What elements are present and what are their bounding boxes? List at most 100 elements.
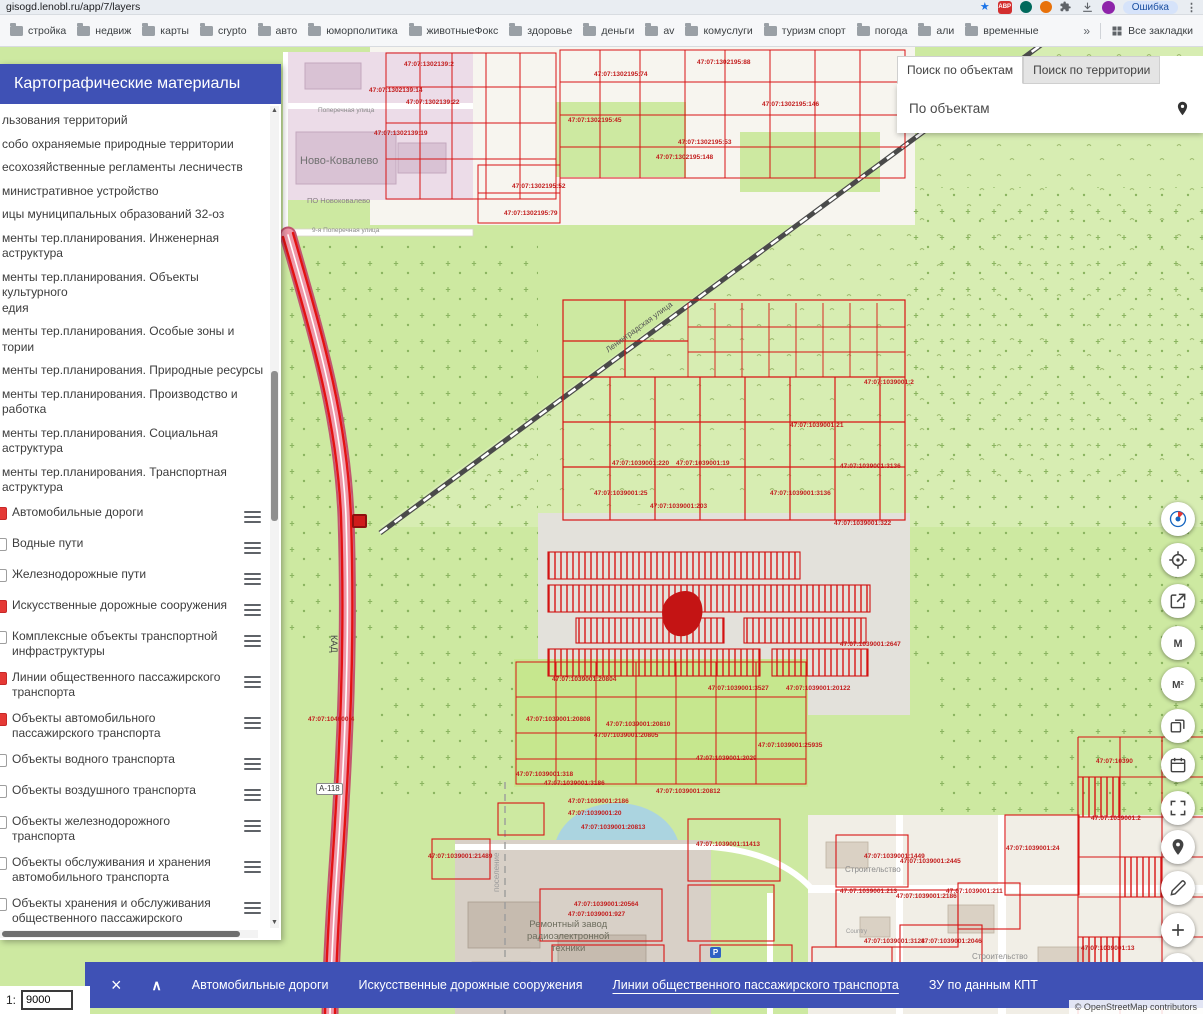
close-icon[interactable]: × [111,976,122,994]
bookmark-folder[interactable]: али [918,23,954,37]
bookmark-folder[interactable]: здоровье [509,23,572,37]
profile-avatar[interactable] [1101,0,1115,14]
marker-button[interactable] [1161,830,1195,864]
layer-item[interactable]: Объекты железнодорожного транспорта [0,809,269,850]
horizontal-scroll-thumb[interactable] [2,931,240,937]
extension-icon[interactable] [1019,1,1032,13]
layer-item[interactable]: Искусственные дорожные сооружения [0,593,269,624]
all-bookmarks-button[interactable]: Все закладки [1111,25,1193,37]
url-bar[interactable]: gisogd.lenobl.ru/app/7/layers [6,1,140,13]
vertical-scroll-thumb[interactable] [271,371,278,521]
layer-menu-icon[interactable] [244,539,261,557]
bottom-layer-link[interactable]: ЗУ по данным КПТ [929,978,1038,992]
bookmark-folder[interactable]: туризм спорт [763,23,846,37]
scale-input[interactable] [21,990,74,1010]
bookmark-star-icon[interactable]: ★ [980,1,990,13]
layer-menu-icon[interactable] [244,858,261,876]
measure-area-button[interactable] [1161,667,1195,701]
layer-category-item[interactable]: менты тер.планирования. Транспортная аст… [2,461,269,500]
layer-menu-icon[interactable] [244,570,261,588]
vertical-scrollbar[interactable]: ▲ ▼ [270,106,279,928]
bookmark-folder[interactable]: стройка [10,23,66,37]
bookmark-folder[interactable]: av [645,23,674,37]
layer-item[interactable]: Объекты автомобильного пассажирского тра… [0,706,269,747]
search-input[interactable] [909,101,1174,116]
adblock-extension-icon[interactable]: ABP [997,0,1012,14]
fullscreen-button[interactable] [1161,791,1195,825]
bottom-layer-link[interactable]: Автомобильные дороги [192,978,329,992]
layer-category-item[interactable]: менты тер.планирования. Социальная астру… [2,422,269,461]
layer-menu-icon[interactable] [244,601,261,619]
layer-category-item[interactable]: менты тер.планирования. Инженерная астру… [2,227,269,266]
calendar-button[interactable] [1161,748,1195,782]
bottom-layer-link[interactable]: Искусственные дорожные сооружения [359,978,583,992]
layer-checkbox[interactable] [0,568,7,582]
bookmark-folder[interactable]: комуслуги [685,23,753,37]
layer-checkbox[interactable] [0,712,7,726]
layer-menu-icon[interactable] [244,714,261,732]
bookmark-folder[interactable]: юморполитика [308,23,398,37]
zoom-in-button[interactable] [1161,913,1195,947]
bookmark-folder[interactable]: животныеФокс [408,23,498,37]
layer-category-item[interactable]: министративное устройство [2,180,269,204]
layer-checkbox[interactable] [0,856,7,870]
layer-checkbox[interactable] [0,897,7,911]
layer-checkbox[interactable] [0,537,7,551]
layer-category-item[interactable]: льзования территорий [2,109,269,133]
layer-category-item[interactable]: собо охраняемые природные территории [2,133,269,157]
bookmark-folder[interactable]: недвиж [77,23,131,37]
map-logo-button[interactable] [1161,502,1195,536]
layer-checkbox[interactable] [0,599,7,613]
layer-menu-icon[interactable] [244,508,261,526]
layer-item[interactable]: Железнодорожные пути [0,562,269,593]
layer-item[interactable]: Объекты обслуживания и хранения автомоби… [0,850,269,891]
bookmark-folder[interactable]: деньги [583,23,634,37]
objects-button[interactable] [1161,709,1195,743]
measure-length-button[interactable] [1161,626,1195,660]
layer-menu-icon[interactable] [244,632,261,650]
open-in-new-button[interactable] [1161,584,1195,618]
scroll-down-icon[interactable]: ▼ [270,918,279,928]
layer-menu-icon[interactable] [244,673,261,691]
extensions-puzzle-icon[interactable] [1060,0,1073,14]
layer-item[interactable]: Линии общественного пассажирского трансп… [0,665,269,706]
layer-checkbox[interactable] [0,630,7,644]
layer-checkbox[interactable] [0,506,7,520]
layer-item[interactable]: Объекты водного транспорта [0,747,269,778]
extension-icon[interactable] [1039,1,1052,13]
layer-checkbox[interactable] [0,753,7,767]
layer-category-item[interactable]: есохозяйственные регламенты лесничеств [2,156,269,180]
layer-category-item[interactable]: менты тер.планирования. Производство и р… [2,383,269,422]
layer-menu-icon[interactable] [244,755,261,773]
layer-item[interactable]: Автомобильные дороги [0,500,269,531]
layer-item[interactable]: Объекты воздушного транспорта [0,778,269,809]
bookmark-folder[interactable]: погода [856,23,907,37]
horizontal-scrollbar[interactable] [0,930,258,938]
layer-checkbox[interactable] [0,784,7,798]
collapse-icon[interactable]: ∧ [152,978,162,992]
bookmarks-overflow-icon[interactable]: » [1083,24,1090,38]
search-tab[interactable]: Поиск по объектам [897,56,1024,84]
bookmark-folder[interactable]: авто [257,23,297,37]
search-tab[interactable]: Поиск по территории [1023,56,1161,84]
layer-item[interactable]: Объекты хранения и обслуживания обществе… [0,891,269,930]
layer-checkbox[interactable] [0,815,7,829]
draw-button[interactable] [1161,871,1195,905]
bookmark-folder[interactable]: карты [142,23,189,37]
layer-category-item[interactable]: менты тер.планирования. Природные ресурс… [2,359,269,383]
layer-category-item[interactable]: менты тер.планирования. Объекты культурн… [2,266,269,321]
bottom-layer-link[interactable]: Линии общественного пассажирского трансп… [613,978,899,992]
layer-menu-icon[interactable] [244,817,261,835]
bookmark-folder[interactable]: crypto [199,23,247,37]
layer-menu-icon[interactable] [244,899,261,917]
profile-error-button[interactable]: Ошибка [1122,0,1178,14]
layer-item[interactable]: Водные пути [0,531,269,562]
layer-item[interactable]: Комплексные объекты транспортной инфраст… [0,624,269,665]
layer-category-item[interactable]: ицы муниципальных образований 32-оз [2,203,269,227]
bookmark-folder[interactable]: временные [965,23,1039,37]
download-icon[interactable] [1081,1,1094,14]
layer-category-item[interactable]: менты тер.планирования. Особые зоны и то… [2,320,269,359]
browser-menu-icon[interactable]: ⋮ [1186,1,1197,14]
search-location-button[interactable] [1174,100,1191,117]
geolocation-button[interactable] [1161,543,1195,577]
